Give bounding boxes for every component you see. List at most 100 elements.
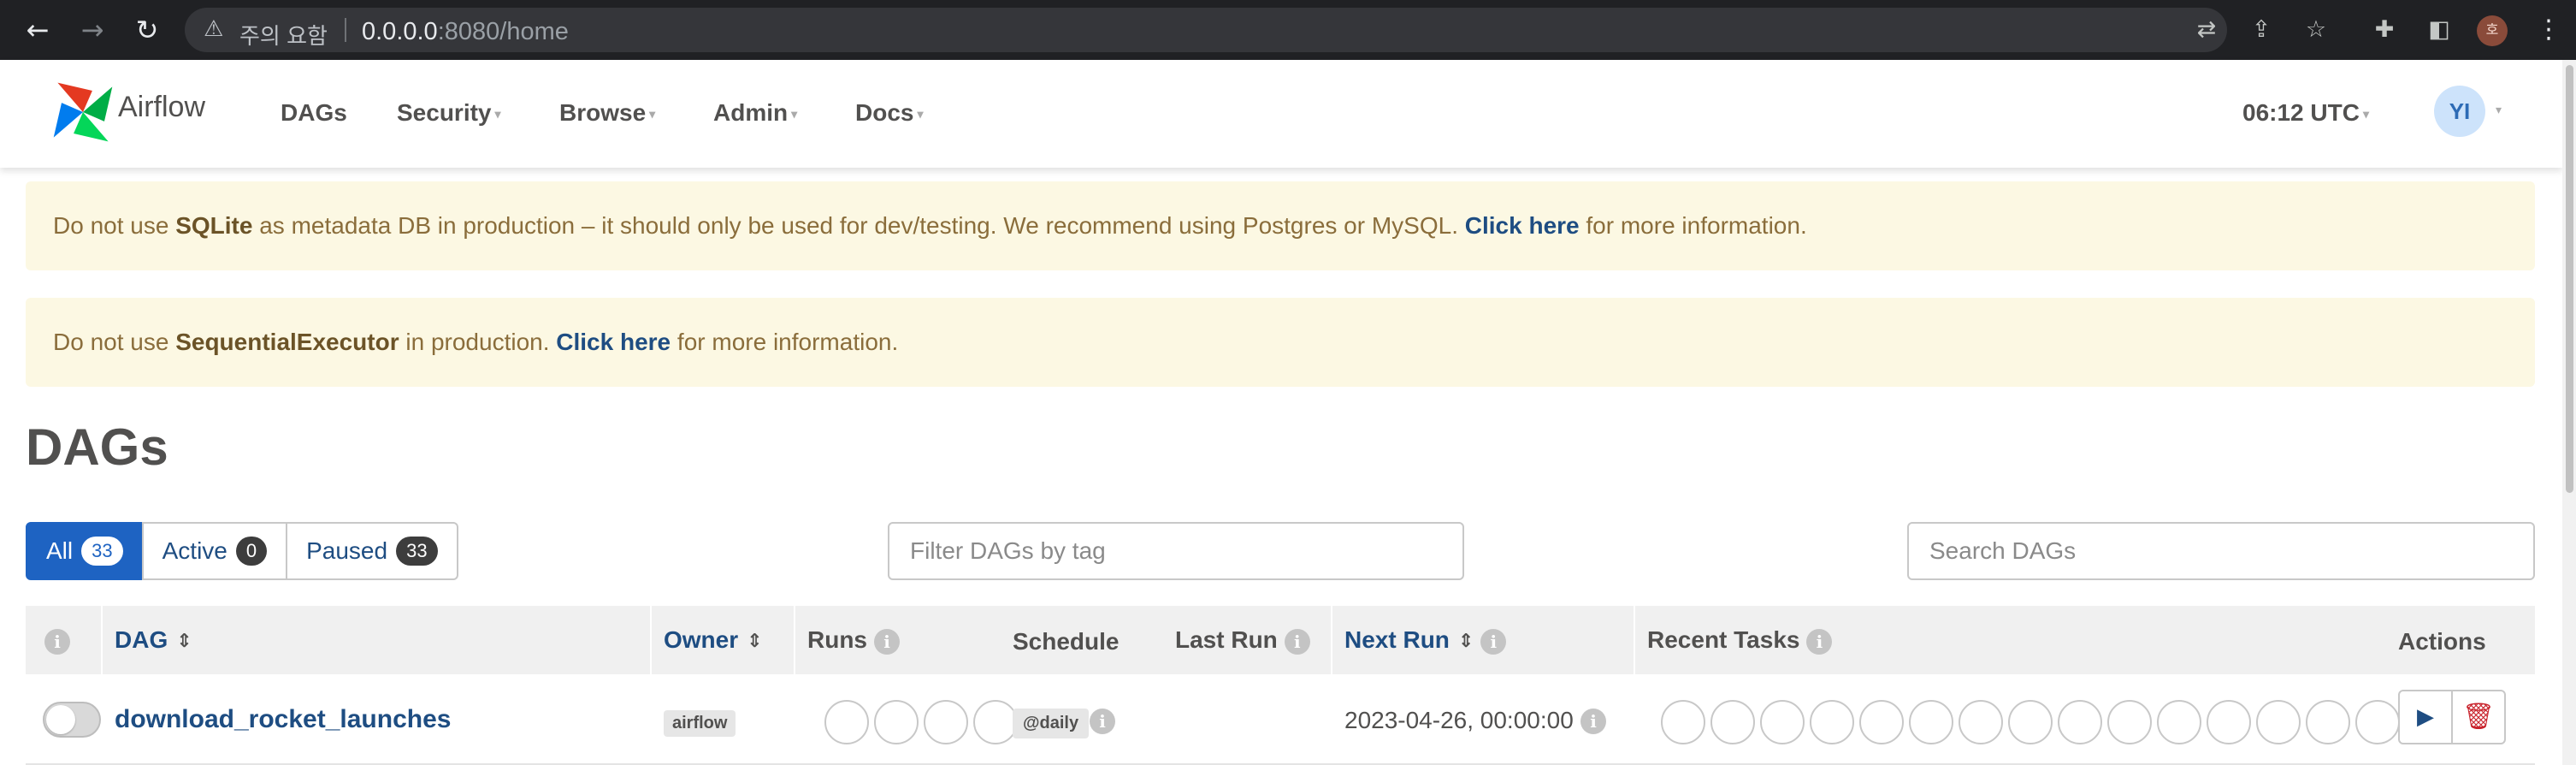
next-run-value: 2023-04-26, 00:00:00 xyxy=(1344,707,1574,733)
executor-info-link[interactable]: Click here xyxy=(556,329,671,355)
run-status-circle[interactable] xyxy=(874,700,919,744)
user-avatar[interactable]: YI xyxy=(2434,86,2485,137)
run-status-circle[interactable] xyxy=(824,700,869,744)
column-header-runs: Runs i xyxy=(807,626,900,655)
brand-name[interactable]: Airflow xyxy=(118,91,205,124)
chevron-down-icon: ▾ xyxy=(791,107,798,122)
divider xyxy=(101,606,103,674)
count-badge: 0 xyxy=(235,537,268,566)
run-status-circle[interactable] xyxy=(973,700,1018,744)
sqlite-warning-alert: Do not use SQLite as metadata DB in prod… xyxy=(26,181,2535,270)
column-header-recent-tasks: Recent Tasks i xyxy=(1647,626,1833,655)
nav-security[interactable]: Security ▾ xyxy=(397,99,501,127)
table-header: i DAG ⇕ Owner ⇕ Runs i Schedule Last Run i N… xyxy=(26,606,2535,674)
chevron-down-icon: ▾ xyxy=(917,107,924,122)
info-icon[interactable]: i xyxy=(1480,628,1507,655)
info-icon[interactable]: i xyxy=(44,626,70,655)
warning-icon: ⚠ xyxy=(204,16,224,42)
task-status-circle[interactable] xyxy=(1710,700,1755,744)
count-badge: 33 xyxy=(396,537,438,566)
dag-pause-toggle[interactable] xyxy=(43,702,101,738)
sqlite-info-link[interactable]: Click here xyxy=(1465,212,1580,239)
divider xyxy=(1634,606,1635,674)
executor-warning-alert: Do not use SequentialExecutor in product… xyxy=(26,298,2535,387)
filter-paused-button[interactable]: Paused 33 xyxy=(286,522,458,580)
task-status-circle[interactable] xyxy=(2256,700,2301,744)
task-status-circle[interactable] xyxy=(2008,700,2053,744)
sort-icon: ⇕ xyxy=(747,630,763,652)
url-text: 0.0.0.0:8080/home xyxy=(362,18,569,45)
chevron-down-icon: ▾ xyxy=(2362,107,2369,122)
side-panel-icon[interactable]: ◧ xyxy=(2422,13,2456,47)
browser-menu-icon[interactable]: ⋮ xyxy=(2536,13,2561,47)
tag-filter-input[interactable] xyxy=(888,522,1464,580)
translate-icon[interactable]: ⇄ xyxy=(2189,13,2224,47)
task-status-circle[interactable] xyxy=(2355,700,2400,744)
run-status-circle[interactable] xyxy=(924,700,968,744)
column-header-dag[interactable]: DAG ⇕ xyxy=(115,626,192,654)
column-header-actions: Actions xyxy=(2398,628,2486,655)
task-status-circle[interactable] xyxy=(2058,700,2102,744)
browser-toolbar: ← → ↻ ⚠ 주의 요함 0.0.0.0:8080/home ⇄ ⇪ ☆ ✚ … xyxy=(0,0,2576,60)
trigger-dag-button[interactable]: ▶ xyxy=(2398,690,2453,744)
address-bar[interactable]: ⚠ 주의 요함 0.0.0.0:8080/home xyxy=(185,8,2227,52)
column-header-next-run[interactable]: Next Run ⇕ i xyxy=(1344,626,1507,655)
status-filter-group: All 33 Active 0 Paused 33 xyxy=(26,522,458,580)
chevron-down-icon: ▾ xyxy=(649,107,656,122)
chevron-down-icon[interactable]: ▾ xyxy=(2496,103,2502,117)
app-navbar: Airflow DAGs Security ▾ Browse ▾ Admin ▾ Do… xyxy=(0,60,2562,168)
sort-icon: ⇕ xyxy=(1457,630,1474,652)
info-icon[interactable]: i xyxy=(1806,628,1833,655)
table-row: download_rocket_launches airflow @daily … xyxy=(26,674,2535,765)
task-status-circle[interactable] xyxy=(1760,700,1805,744)
divider xyxy=(794,606,795,674)
nav-docs[interactable]: Docs ▾ xyxy=(855,99,924,127)
divider xyxy=(345,18,346,42)
security-warning-label: 주의 요함 xyxy=(239,23,328,49)
column-header-last-run: Last Run i xyxy=(1175,626,1310,655)
info-icon[interactable]: i xyxy=(1580,709,1606,734)
task-status-circle[interactable] xyxy=(1909,700,1953,744)
nav-admin[interactable]: Admin ▾ xyxy=(713,99,797,127)
count-badge: 33 xyxy=(81,537,123,566)
task-status-circle[interactable] xyxy=(2107,700,2152,744)
extensions-icon[interactable]: ✚ xyxy=(2367,13,2402,47)
task-status-circle[interactable] xyxy=(1661,700,1705,744)
dag-id-link[interactable]: download_rocket_launches xyxy=(115,705,451,734)
task-status-circle[interactable] xyxy=(1959,700,2003,744)
info-icon[interactable]: i xyxy=(874,628,900,655)
info-icon[interactable]: i xyxy=(1090,709,1115,734)
forward-icon[interactable]: → xyxy=(75,13,109,47)
sort-icon: ⇕ xyxy=(176,630,192,652)
play-icon: ▶ xyxy=(2417,704,2434,730)
divider xyxy=(650,606,652,674)
share-icon[interactable]: ⇪ xyxy=(2244,13,2278,47)
divider xyxy=(1331,606,1332,674)
task-status-circle[interactable] xyxy=(1810,700,1854,744)
reload-icon[interactable]: ↻ xyxy=(130,13,164,47)
column-header-owner[interactable]: Owner ⇕ xyxy=(664,626,763,654)
info-icon[interactable]: i xyxy=(1284,628,1310,655)
task-status-circle[interactable] xyxy=(1859,700,1904,744)
delete-dag-button[interactable]: 🗑 xyxy=(2451,690,2506,744)
filter-all-button[interactable]: All 33 xyxy=(26,522,144,580)
task-status-circle[interactable] xyxy=(2207,700,2251,744)
scrollbar-thumb[interactable] xyxy=(2566,65,2573,493)
schedule-badge[interactable]: @daily xyxy=(1013,709,1090,738)
chevron-down-icon: ▾ xyxy=(494,107,501,122)
task-status-circle[interactable] xyxy=(2306,700,2350,744)
browser-profile-avatar[interactable]: 호 xyxy=(2477,15,2508,46)
clock-dropdown[interactable]: 06:12 UTC ▾ xyxy=(2242,99,2369,127)
bookmark-star-icon[interactable]: ☆ xyxy=(2299,13,2333,47)
column-header-schedule: Schedule xyxy=(1013,628,1120,655)
search-dags-input[interactable] xyxy=(1907,522,2535,580)
nav-dags[interactable]: DAGs xyxy=(281,99,347,127)
filter-active-button[interactable]: Active 0 xyxy=(141,522,288,580)
back-icon[interactable]: ← xyxy=(21,13,55,47)
airflow-logo-icon[interactable] xyxy=(50,79,116,145)
owner-badge[interactable]: airflow xyxy=(664,710,736,737)
task-status-circle[interactable] xyxy=(2157,700,2201,744)
nav-browse[interactable]: Browse ▾ xyxy=(559,99,655,127)
trash-icon: 🗑 xyxy=(2461,702,2496,732)
page-title: DAGs xyxy=(26,418,168,476)
